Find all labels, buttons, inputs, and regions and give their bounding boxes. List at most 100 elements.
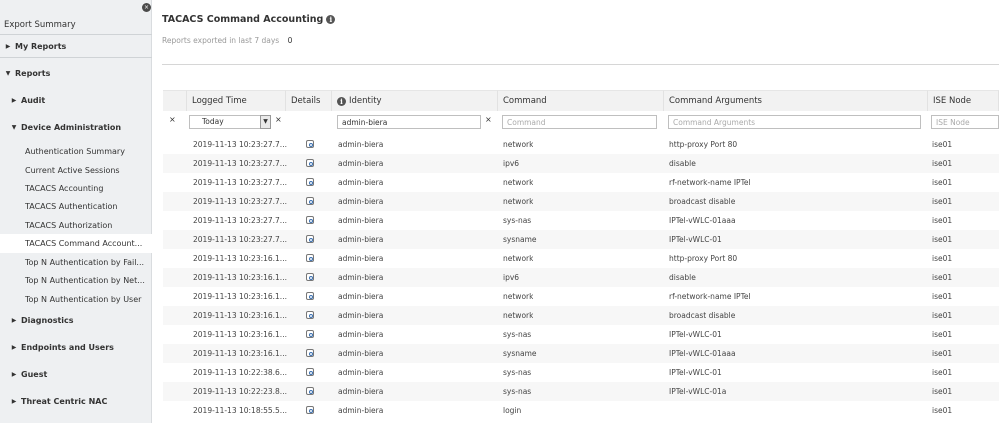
sidebar-item-tacacs-authorization[interactable]: TACACS Authorization (0, 216, 152, 235)
column-header-details[interactable]: Details (286, 90, 332, 111)
details-icon[interactable] (306, 292, 314, 300)
sidebar-item-label: My Reports (15, 41, 67, 51)
table-row[interactable]: 2019-11-13 10:23:27.7... admin-biera sysna… (163, 230, 999, 249)
cell-logged-time: 2019-11-13 10:23:27.7... (193, 216, 287, 225)
sidebar-item-guest[interactable]: ▶ Guest (0, 363, 152, 385)
cell-ise-node: ise01 (932, 330, 953, 339)
cell-ise-node: ise01 (932, 216, 953, 225)
cell-command-arguments: IPTel-vWLC-01aaa (669, 349, 736, 358)
clear-filters-icon[interactable]: × (169, 115, 176, 124)
command-filter-input[interactable] (502, 115, 657, 129)
table-row[interactable]: 2019-11-13 10:23:27.7... admin-biera sys-n… (163, 211, 999, 230)
identity-filter-input[interactable] (337, 115, 481, 129)
table-row[interactable]: 2019-11-13 10:23:16.1... admin-biera netwo… (163, 306, 999, 325)
sidebar-item-label: Device Administration (21, 122, 122, 132)
sidebar-item-tacacs-command-accounting[interactable]: TACACS Command Account... (0, 234, 152, 253)
table-row[interactable]: 2019-11-13 10:23:16.1... admin-biera netwo… (163, 249, 999, 268)
sidebar-item-top-n-auth-failure[interactable]: Top N Authentication by Fail... (0, 253, 152, 272)
cell-command-arguments: IPTel-vWLC-01aaa (669, 216, 736, 225)
sidebar-item-threat-centric-nac[interactable]: ▶ Threat Centric NAC (0, 390, 152, 412)
caret-down-icon: ▼ (11, 123, 17, 131)
cell-command-arguments: IPTel-vWLC-01 (669, 330, 722, 339)
details-icon[interactable] (306, 235, 314, 243)
details-icon[interactable] (306, 311, 314, 319)
cell-ise-node: ise01 (932, 311, 953, 320)
details-icon[interactable] (306, 159, 314, 167)
table-row[interactable]: 2019-11-13 10:22:23.8... admin-biera sys-n… (163, 382, 999, 401)
sidebar-item-authentication-summary[interactable]: Authentication Summary (0, 142, 152, 161)
sidebar-item-endpoints-and-users[interactable]: ▶ Endpoints and Users (0, 336, 152, 358)
cell-identity: admin-biera (338, 292, 384, 301)
cell-command-arguments: disable (669, 273, 696, 282)
sidebar-item-reports[interactable]: ▼ Reports (0, 62, 152, 84)
sidebar-item-tacacs-accounting[interactable]: TACACS Accounting (0, 179, 152, 198)
cell-logged-time: 2019-11-13 10:18:55.5... (193, 406, 287, 415)
sidebar-item-top-n-auth-network[interactable]: Top N Authentication by Net... (0, 271, 152, 290)
caret-right-icon: ▶ (5, 42, 11, 50)
cell-ise-node: ise01 (932, 273, 953, 282)
table-row[interactable]: 2019-11-13 10:23:16.1... admin-biera ipv6 d… (163, 268, 999, 287)
table-row[interactable]: 2019-11-13 10:23:16.1... admin-biera netwo… (163, 287, 999, 306)
cell-logged-time: 2019-11-13 10:23:16.1... (193, 273, 287, 282)
details-icon[interactable] (306, 330, 314, 338)
ise-node-filter-input[interactable] (931, 115, 999, 129)
details-icon[interactable] (306, 140, 314, 148)
details-icon[interactable] (306, 387, 314, 395)
export-count: 0 (287, 36, 293, 45)
cell-identity: admin-biera (338, 216, 384, 225)
details-icon[interactable] (306, 368, 314, 376)
table-row[interactable]: 2019-11-13 10:22:38.6... admin-biera sys-n… (163, 363, 999, 382)
cell-identity: admin-biera (338, 140, 384, 149)
cell-ise-node: ise01 (932, 349, 953, 358)
sidebar-item-top-n-auth-user[interactable]: Top N Authentication by User (0, 290, 152, 309)
column-header-logged-time[interactable]: Logged Time (187, 90, 286, 111)
clear-time-filter-icon[interactable]: × (275, 115, 282, 124)
export-summary-link[interactable]: Export Summary (4, 20, 76, 30)
table-row[interactable]: 2019-11-13 10:18:55.5... admin-biera login… (163, 401, 999, 420)
cell-command: network (503, 311, 534, 320)
filter-row: × Today ▼ × × (163, 112, 999, 131)
details-icon[interactable] (306, 254, 314, 262)
sidebar-item-tacacs-authentication[interactable]: TACACS Authentication (0, 197, 152, 216)
sidebar-item-current-active-sessions[interactable]: Current Active Sessions (0, 161, 152, 180)
details-icon[interactable] (306, 273, 314, 281)
close-icon[interactable]: × (142, 3, 151, 12)
cell-command: network (503, 197, 534, 206)
sidebar-item-label: Diagnostics (21, 315, 74, 325)
table-row[interactable]: 2019-11-13 10:23:27.7... admin-biera netwo… (163, 135, 999, 154)
cell-identity: admin-biera (338, 235, 384, 244)
details-icon[interactable] (306, 197, 314, 205)
details-icon[interactable] (306, 178, 314, 186)
table-row[interactable]: 2019-11-13 10:23:27.7... admin-biera netwo… (163, 192, 999, 211)
sidebar-item-device-administration[interactable]: ▼ Device Administration (0, 116, 152, 138)
table-row[interactable]: 2019-11-13 10:23:27.7... admin-biera ipv6 d… (163, 154, 999, 173)
command-arguments-filter-input[interactable] (668, 115, 921, 129)
sidebar-item-audit[interactable]: ▶ Audit (0, 89, 152, 111)
table-row[interactable]: 2019-11-13 10:23:16.1... admin-biera sysna… (163, 344, 999, 363)
chevron-down-icon[interactable]: ▼ (260, 115, 271, 129)
details-icon[interactable] (306, 406, 314, 414)
table-row[interactable]: 2019-11-13 10:23:27.7... admin-biera netwo… (163, 173, 999, 192)
clear-identity-filter-icon[interactable]: × (485, 115, 492, 124)
info-icon[interactable]: i (337, 96, 346, 106)
cell-logged-time: 2019-11-13 10:22:38.6... (193, 368, 287, 377)
details-icon[interactable] (306, 349, 314, 357)
table-row[interactable]: 2019-11-13 10:23:16.1... admin-biera sys-n… (163, 325, 999, 344)
column-header-identity[interactable]: i Identity (332, 90, 498, 111)
cell-identity: admin-biera (338, 406, 384, 415)
info-icon[interactable]: i (326, 15, 336, 24)
caret-down-icon: ▼ (5, 69, 11, 77)
column-header-command-arguments[interactable]: Command Arguments (664, 90, 928, 111)
time-range-select[interactable]: Today ▼ (189, 115, 271, 129)
cell-ise-node: ise01 (932, 235, 953, 244)
column-header-ise-node[interactable]: ISE Node (928, 90, 999, 111)
cell-command: network (503, 140, 534, 149)
sidebar-item-my-reports[interactable]: ▶ My Reports (0, 35, 152, 57)
cell-identity: admin-biera (338, 330, 384, 339)
cell-command: network (503, 254, 534, 263)
cell-ise-node: ise01 (932, 292, 953, 301)
cell-command-arguments: disable (669, 159, 696, 168)
sidebar-item-diagnostics[interactable]: ▶ Diagnostics (0, 309, 152, 331)
column-header-command[interactable]: Command (498, 90, 664, 111)
details-icon[interactable] (306, 216, 314, 224)
